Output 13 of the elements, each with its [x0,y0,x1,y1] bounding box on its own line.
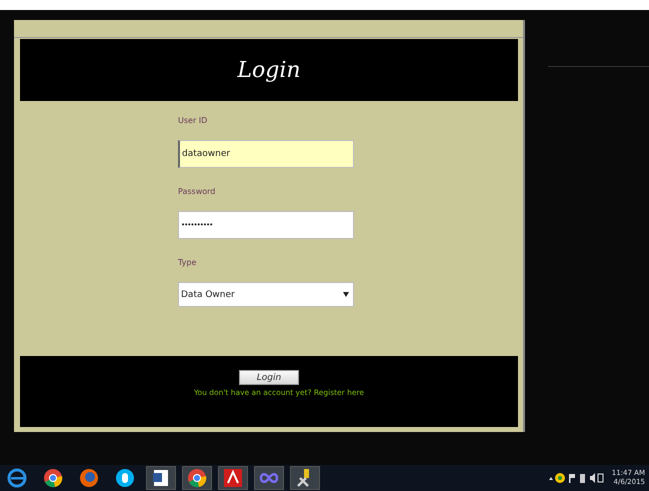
tools-icon[interactable] [290,466,320,490]
type-dropdown[interactable]: Data Owner [178,282,354,307]
field-label: Password [178,187,216,196]
tray-icons[interactable] [548,472,604,484]
login-button[interactable]: Login [239,370,299,385]
pdf-icon[interactable] [218,466,248,490]
field-label: Type [178,258,198,267]
document-icon[interactable] [146,466,176,490]
user-id-field[interactable]: dataowner [178,140,354,168]
field-label: User ID [178,116,208,125]
infinity-icon[interactable] [254,466,284,490]
page-title: Login [237,58,301,82]
dropdown-arrow-icon [343,292,349,297]
